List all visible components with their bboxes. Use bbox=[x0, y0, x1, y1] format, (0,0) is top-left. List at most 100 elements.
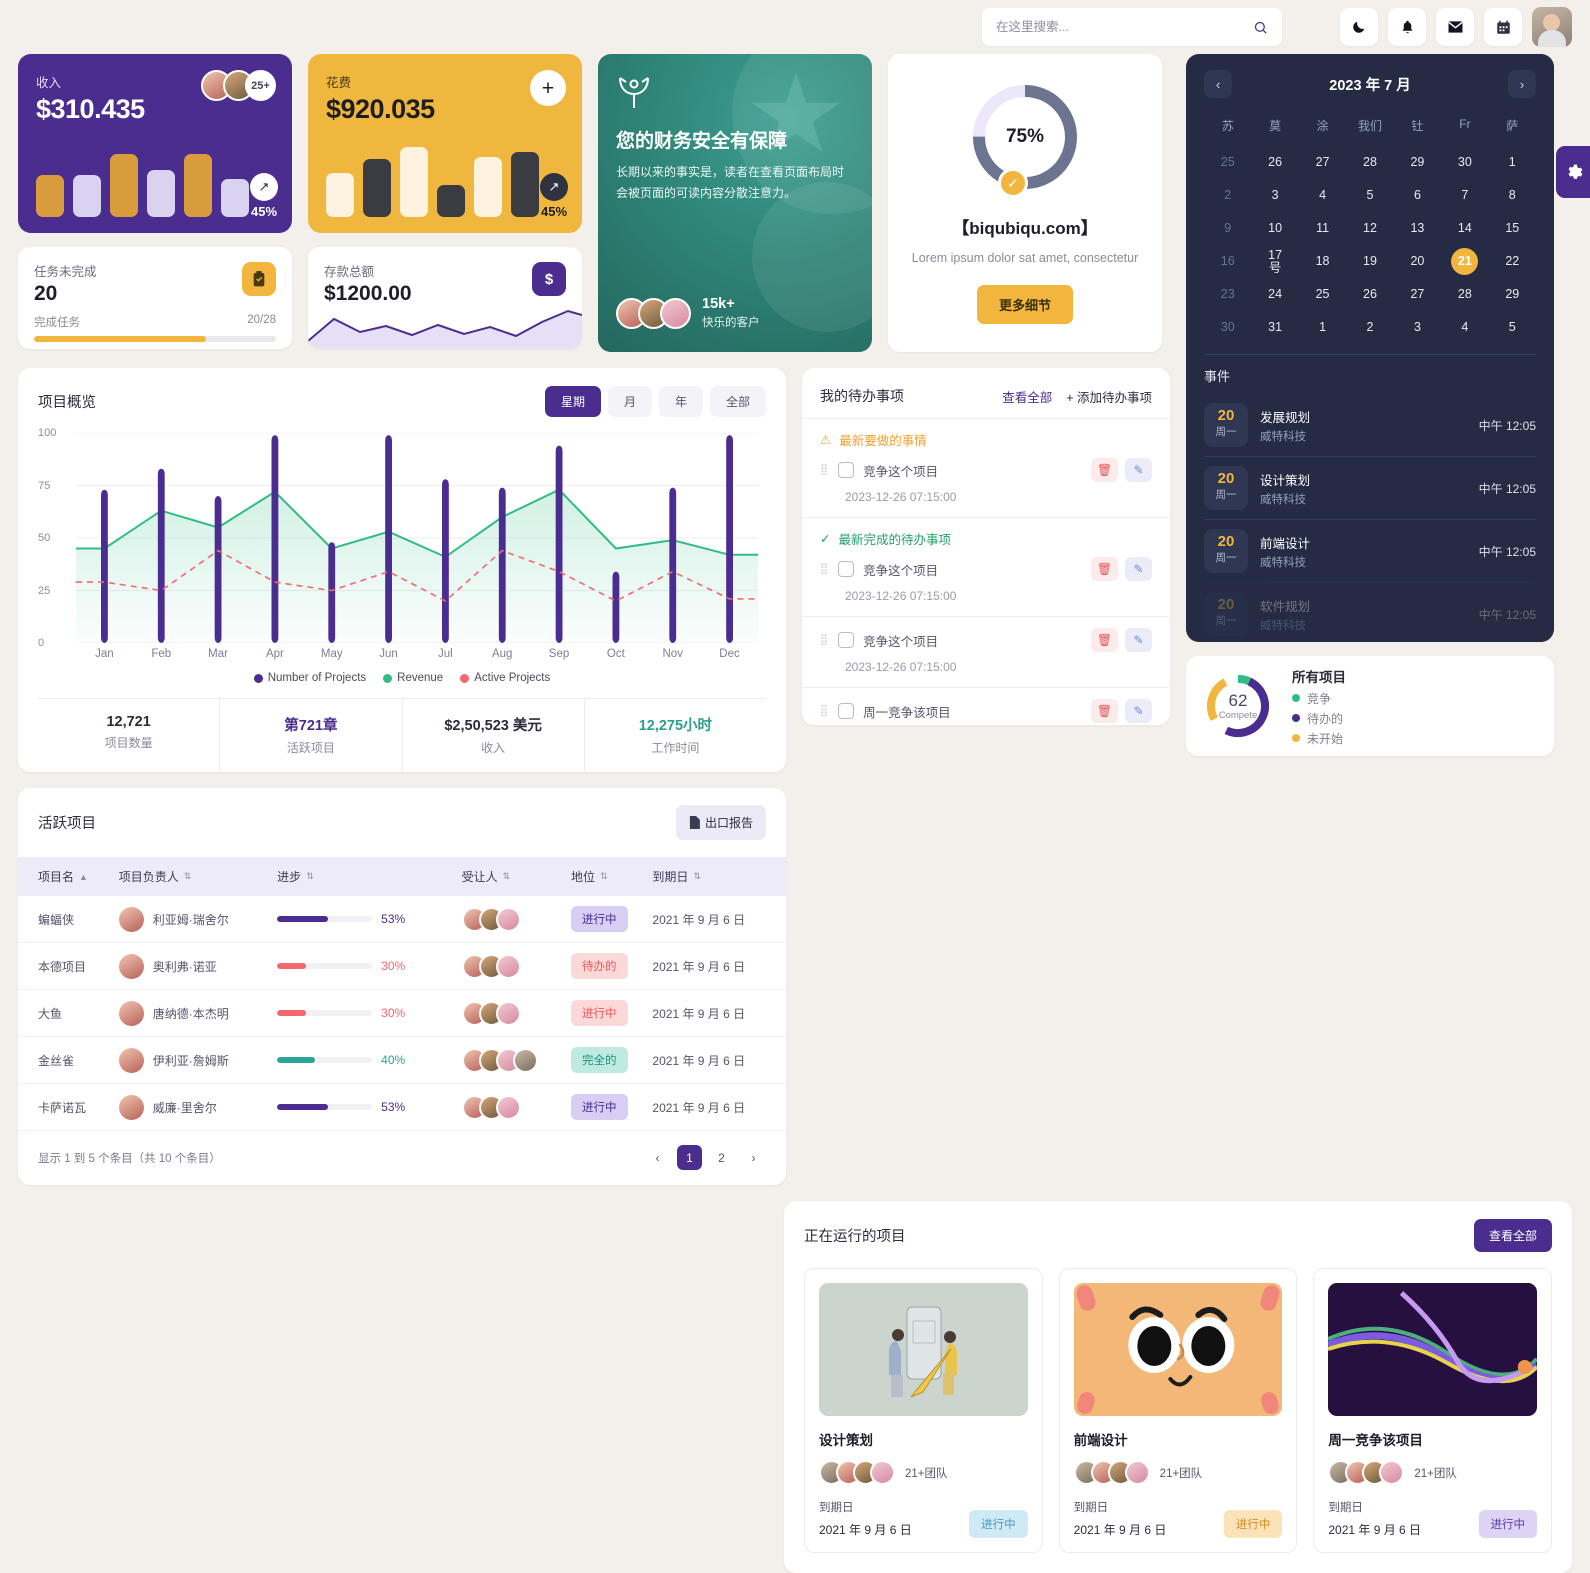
event-item[interactable]: 20 周一 设计策划 威特科技 中午 12:05 bbox=[1204, 456, 1536, 519]
tab-month[interactable]: 月 bbox=[607, 386, 652, 417]
calendar-day[interactable]: 4 bbox=[1309, 182, 1336, 209]
calendar-day[interactable]: 29 bbox=[1404, 149, 1431, 176]
calendar-day[interactable]: 15 bbox=[1499, 215, 1526, 242]
edit-icon[interactable]: ✎ bbox=[1125, 628, 1152, 652]
add-todo-button[interactable]: + 添加待办事项 bbox=[1066, 387, 1152, 406]
sort-icon[interactable]: ⇅ bbox=[306, 871, 314, 882]
calendar-icon[interactable] bbox=[1484, 8, 1522, 46]
gear-icon[interactable] bbox=[1556, 146, 1590, 198]
bell-icon[interactable] bbox=[1388, 8, 1426, 46]
table-row[interactable]: 蝙蝠侠 利亚姆·瑞舍尔 53% 进行中 2021 年 9 月 6 日 bbox=[18, 896, 786, 943]
avatar[interactable] bbox=[1532, 7, 1572, 47]
todo-checkbox[interactable] bbox=[838, 462, 855, 478]
mail-icon[interactable] bbox=[1436, 8, 1474, 46]
calendar-day[interactable]: 6 bbox=[1404, 182, 1431, 209]
table-row[interactable]: 本德项目 奥利弗·诺亚 30% 待办的 2021 年 9 月 6 日 bbox=[18, 942, 786, 990]
table-column-header[interactable]: 项目名 ▲ bbox=[18, 857, 119, 896]
calendar-day[interactable]: 3 bbox=[1262, 182, 1289, 209]
calendar-prev-button[interactable]: ‹ bbox=[1204, 70, 1232, 98]
calendar-day[interactable]: 8 bbox=[1499, 182, 1526, 209]
calendar-day[interactable]: 26 bbox=[1262, 149, 1289, 176]
calendar-day[interactable]: 2 bbox=[1356, 314, 1383, 341]
calendar-day[interactable]: 24 bbox=[1262, 281, 1289, 308]
calendar-day[interactable]: 27 bbox=[1309, 149, 1336, 176]
page-2-button[interactable]: 2 bbox=[709, 1145, 734, 1170]
sort-icon[interactable]: ⇅ bbox=[503, 871, 511, 882]
calendar-day[interactable]: 30 bbox=[1214, 314, 1241, 341]
calendar-day[interactable]: 28 bbox=[1356, 149, 1383, 176]
tab-week[interactable]: 星期 bbox=[544, 386, 601, 417]
sort-icon[interactable]: ▲ bbox=[79, 872, 88, 882]
calendar-next-button[interactable]: › bbox=[1507, 70, 1536, 98]
calendar-day[interactable]: 4 bbox=[1451, 314, 1478, 341]
table-row[interactable]: 金丝雀 伊利亚·詹姆斯 40% 完全的 2021 年 9 月 6 日 bbox=[18, 1036, 786, 1084]
calendar-day[interactable]: 7 bbox=[1451, 182, 1478, 209]
running-project-card[interactable]: 前端设计 21+团队 到期日 2021 年 9 月 6 日 进行中 bbox=[1058, 1268, 1298, 1553]
delete-icon[interactable]: 🗑 bbox=[1091, 699, 1118, 723]
calendar-day[interactable]: 5 bbox=[1499, 314, 1526, 341]
calendar-day[interactable]: 23 bbox=[1214, 281, 1241, 308]
event-item[interactable]: 20 周一 前端设计 威特科技 中午 12:05 bbox=[1204, 519, 1536, 582]
calendar-day[interactable]: 25 bbox=[1214, 149, 1241, 176]
calendar-day[interactable]: 25 bbox=[1309, 281, 1336, 308]
calendar-day[interactable]: 30 bbox=[1451, 149, 1478, 176]
calendar-day[interactable]: 31 bbox=[1262, 314, 1289, 341]
calendar-day[interactable]: 1 bbox=[1309, 314, 1336, 341]
todo-checkbox[interactable] bbox=[838, 632, 855, 648]
running-project-card[interactable]: 周一竞争该项目 21+团队 到期日 2021 年 9 月 6 日 进行中 bbox=[1313, 1268, 1553, 1553]
event-item[interactable]: 20 周一 软件规划 威特科技 中午 12:05 bbox=[1204, 582, 1536, 642]
calendar-day[interactable]: 21 bbox=[1451, 248, 1479, 275]
calendar-day[interactable]: 13 bbox=[1404, 215, 1431, 242]
calendar-day[interactable]: 5 bbox=[1356, 182, 1383, 209]
page-next-button[interactable]: › bbox=[741, 1145, 766, 1170]
export-report-button[interactable]: 出口报告 bbox=[675, 805, 766, 840]
drag-handle-icon[interactable]: ⣿ bbox=[820, 563, 829, 574]
calendar-day[interactable]: 17 号 bbox=[1262, 248, 1289, 275]
calendar-day[interactable]: 19 bbox=[1356, 248, 1383, 275]
tab-all[interactable]: 全部 bbox=[709, 386, 766, 417]
running-project-card[interactable]: 设计策划 21+团队 到期日 2021 年 9 月 6 日 进行中 bbox=[804, 1268, 1043, 1553]
delete-icon[interactable]: 🗑 bbox=[1091, 628, 1118, 652]
table-column-header[interactable]: 受让人 ⇅ bbox=[461, 857, 572, 896]
table-row[interactable]: 卡萨诺瓦 威廉·里舍尔 53% 进行中 2021 年 9 月 6 日 bbox=[18, 1083, 786, 1131]
table-column-header[interactable]: 地位 ⇅ bbox=[571, 857, 653, 896]
search-input[interactable] bbox=[996, 20, 1253, 34]
calendar-day[interactable]: 16 bbox=[1214, 248, 1241, 275]
calendar-day[interactable]: 10 bbox=[1262, 215, 1289, 242]
calendar-day[interactable]: 26 bbox=[1356, 281, 1383, 308]
page-1-button[interactable]: 1 bbox=[677, 1145, 702, 1170]
drag-handle-icon[interactable]: ⣿ bbox=[820, 634, 829, 645]
edit-icon[interactable]: ✎ bbox=[1125, 699, 1152, 723]
delete-icon[interactable]: 🗑 bbox=[1091, 557, 1118, 581]
sort-icon[interactable]: ⇅ bbox=[600, 871, 608, 882]
moon-icon[interactable] bbox=[1340, 8, 1378, 46]
table-row[interactable]: 大鱼 唐纳德·本杰明 30% 进行中 2021 年 9 月 6 日 bbox=[18, 989, 786, 1037]
table-column-header[interactable]: 到期日 ⇅ bbox=[652, 857, 786, 896]
search-icon[interactable] bbox=[1253, 20, 1268, 35]
calendar-day[interactable]: 9 bbox=[1214, 215, 1241, 242]
calendar-day[interactable]: 12 bbox=[1356, 215, 1383, 242]
event-item[interactable]: 20 周一 发展规划 威特科技 中午 12:05 bbox=[1204, 394, 1536, 456]
table-column-header[interactable]: 项目负责人 ⇅ bbox=[118, 857, 278, 896]
calendar-day[interactable]: 18 bbox=[1309, 248, 1336, 275]
calendar-day[interactable]: 22 bbox=[1499, 248, 1526, 275]
todo-checkbox[interactable] bbox=[838, 703, 855, 719]
calendar-day[interactable]: 27 bbox=[1404, 281, 1431, 308]
calendar-day[interactable]: 14 bbox=[1451, 215, 1478, 242]
calendar-day[interactable]: 20 bbox=[1404, 248, 1431, 275]
search-box[interactable] bbox=[982, 8, 1282, 46]
page-prev-button[interactable]: ‹ bbox=[645, 1145, 670, 1170]
running-view-all-button[interactable]: 查看全部 bbox=[1473, 1219, 1552, 1252]
sort-icon[interactable]: ⇅ bbox=[184, 871, 192, 882]
edit-icon[interactable]: ✎ bbox=[1125, 557, 1152, 581]
tab-year[interactable]: 年 bbox=[658, 386, 703, 417]
todo-view-all-link[interactable]: 查看全部 bbox=[1002, 387, 1052, 406]
todo-checkbox[interactable] bbox=[838, 561, 855, 577]
drag-handle-icon[interactable]: ⣿ bbox=[820, 464, 829, 475]
table-column-header[interactable]: 进步 ⇅ bbox=[277, 857, 462, 896]
drag-handle-icon[interactable]: ⣿ bbox=[820, 705, 829, 716]
calendar-day[interactable]: 29 bbox=[1499, 281, 1526, 308]
calendar-day[interactable]: 2 bbox=[1214, 182, 1241, 209]
delete-icon[interactable]: 🗑 bbox=[1091, 458, 1118, 482]
more-details-button[interactable]: 更多细节 bbox=[976, 285, 1073, 325]
